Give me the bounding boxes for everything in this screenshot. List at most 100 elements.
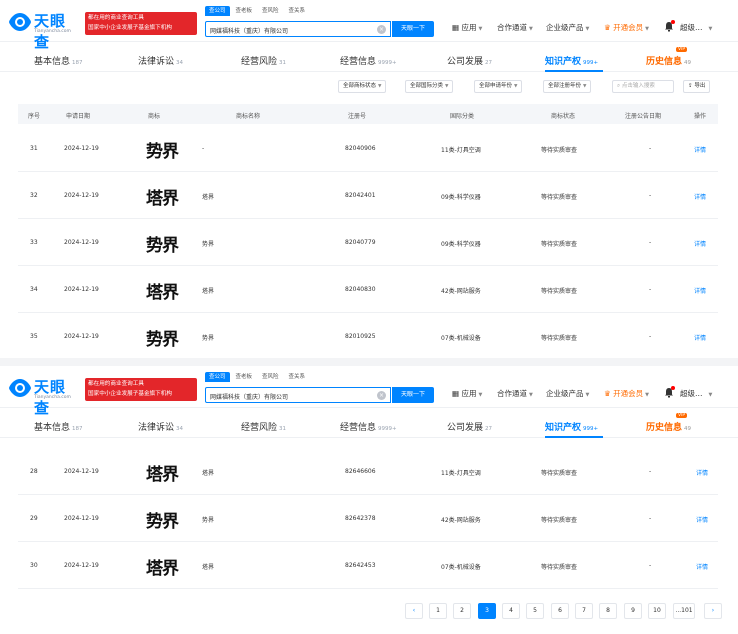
chevron-down-icon: ▼ [445, 84, 449, 89]
filter-apply-year[interactable]: 全部申请年份 ▼ [474, 80, 523, 93]
th-notice-date[interactable]: 注册公告日期 [625, 111, 661, 120]
search-tab-risk[interactable]: 查风险 [258, 6, 283, 16]
trademark-image[interactable]: 势界 [146, 231, 179, 256]
page-button[interactable]: 5 [526, 603, 544, 619]
th-apply-date[interactable]: 申请日期 [66, 111, 90, 120]
search-input-value: 网媒福科技（重庆）有限公司 [210, 28, 289, 35]
nav-vip[interactable]: ♛ 开通会员 ▼ [604, 22, 649, 33]
nav-cooperate[interactable]: 合作通道 ▼ [497, 22, 533, 33]
table-row: 32 2024-12-19 塔界 塔界 82042401 09类-科学仪器 等待… [18, 172, 718, 219]
search-type-tabs: 查公司 查老板 查风险 查关系 [205, 6, 311, 16]
trademark-image[interactable]: 势界 [146, 137, 179, 162]
clear-icon[interactable]: × [377, 25, 386, 34]
page-button-last[interactable]: ...101 [673, 603, 695, 619]
company-tabs: 基本信息 187 法律诉讼 34 经营风险 31 经营信息 9999+ 公司发展 27 知… [0, 42, 738, 72]
tab-basic-info[interactable]: 基本信息 187 [34, 420, 83, 433]
page-button[interactable]: 8 [599, 603, 617, 619]
nav-vip[interactable]: ♛ 开通会员 ▼ [604, 388, 649, 399]
th-mark: 商标 [148, 113, 161, 120]
filter-status[interactable]: 全部商标状态 ▼ [338, 80, 387, 93]
page-button[interactable]: 2 [453, 603, 471, 619]
tab-operation-risk[interactable]: 经营风险 31 [241, 420, 286, 433]
trademark-image[interactable]: 势界 [146, 507, 179, 532]
search-tab-boss[interactable]: 查老板 [232, 372, 257, 382]
trademark-image[interactable]: 塔界 [146, 554, 179, 579]
promo-banner[interactable]: 都在用的商业查询工具 国家中小企业发展子基金旗下机构 [85, 12, 197, 35]
search-tab-company[interactable]: 查公司 [205, 372, 230, 382]
row-detail-link[interactable]: 详情 [694, 192, 706, 201]
tab-ip[interactable]: 知识产权 999+ [545, 420, 598, 433]
page-button[interactable]: 6 [551, 603, 569, 619]
trademark-image[interactable]: 塔界 [146, 278, 179, 303]
nav-enterprise[interactable]: 企业级产品 ▼ [546, 22, 589, 33]
nav-enterprise[interactable]: 企业级产品 ▼ [546, 388, 589, 399]
promo-banner[interactable]: 都在用的商业查询工具 国家中小企业发展子基金旗下机构 [85, 378, 197, 401]
page-button[interactable]: 1 [429, 603, 447, 619]
bell-icon[interactable] [664, 386, 675, 398]
search-tab-risk[interactable]: 查风险 [258, 372, 283, 382]
row-class: 42类-网站服务 [441, 288, 481, 295]
tab-legal[interactable]: 法律诉讼 34 [138, 420, 183, 433]
trademark-image[interactable]: 势界 [146, 325, 179, 350]
screenshot-top: 天眼查 Tianyancha.com 都在用的商业查询工具 国家中小企业发展子基… [0, 0, 738, 358]
row-date: 2024-12-19 [64, 468, 99, 475]
tab-count: 9999+ [378, 426, 397, 432]
tab-operation-info[interactable]: 经营信息 9999+ [340, 420, 397, 433]
tab-legal[interactable]: 法律诉讼 34 [138, 54, 183, 67]
tab-operation-info[interactable]: 经营信息 9999+ [340, 54, 397, 67]
row-detail-link[interactable]: 详情 [694, 333, 706, 342]
filter-category[interactable]: 全部国际分类 ▼ [405, 80, 454, 93]
prev-page-button[interactable]: ‹ [405, 603, 423, 619]
search-button[interactable]: 天眼一下 [392, 21, 434, 37]
vip-badge: VIP [676, 413, 688, 418]
chevron-down-icon: ▼ [708, 392, 713, 398]
search-tab-relation[interactable]: 查关系 [285, 372, 310, 382]
company-tabs: 基本信息 187 法律诉讼 34 经营风险 31 经营信息 9999+ 公司发展 27 知… [0, 408, 738, 438]
page-button[interactable]: 4 [502, 603, 520, 619]
row-status: 等待实质审查 [541, 470, 578, 477]
site-logo[interactable]: 天眼查 Tianyancha.com [9, 376, 81, 417]
tab-development[interactable]: 公司发展 27 [447, 420, 492, 433]
page-button[interactable]: 10 [648, 603, 666, 619]
tab-history[interactable]: 历史信息 49 VIP [646, 413, 691, 433]
table-search-input[interactable]: ⌕ 点击输入搜索 [612, 80, 674, 93]
nav-user[interactable]: 超级… ▼ [680, 388, 712, 399]
nav-user[interactable]: 超级… ▼ [680, 22, 712, 33]
nav-enterprise-label: 企业级产品 [546, 389, 584, 398]
search-tab-boss[interactable]: 查老板 [232, 6, 257, 16]
page-button-current[interactable]: 3 [478, 603, 496, 619]
filter-label: 全部国际分类 [410, 83, 444, 89]
page-button[interactable]: 9 [624, 603, 642, 619]
page-button[interactable]: 7 [575, 603, 593, 619]
bell-icon[interactable] [664, 20, 675, 32]
row-detail-link[interactable]: 详情 [694, 145, 706, 154]
nav-app-label: 应用 [461, 389, 477, 398]
filter-reg-year[interactable]: 全部注册年份 ▼ [543, 80, 592, 93]
table-row: 35 2024-12-19 势界 势界 82010925 07类-机械设备 等待… [18, 313, 718, 358]
row-detail-link[interactable]: 详情 [696, 515, 708, 524]
tab-basic-info[interactable]: 基本信息 187 [34, 54, 83, 67]
trademark-image[interactable]: 塔界 [146, 184, 179, 209]
row-detail-link[interactable]: 详情 [694, 286, 706, 295]
row-class: 11类-灯具空调 [441, 470, 481, 477]
nav-app[interactable]: ▦ 应用 ▼ [452, 22, 482, 33]
search-tab-company[interactable]: 查公司 [205, 6, 230, 16]
search-button[interactable]: 天眼一下 [392, 387, 434, 403]
nav-cooperate[interactable]: 合作通道 ▼ [497, 388, 533, 399]
search-input[interactable]: 网媒福科技（重庆）有限公司 × [205, 387, 391, 403]
clear-icon[interactable]: × [377, 391, 386, 400]
nav-app[interactable]: ▦ 应用 ▼ [452, 388, 482, 399]
next-page-button[interactable]: › [704, 603, 722, 619]
tab-history[interactable]: 历史信息 49 VIP [646, 47, 691, 67]
search-tab-relation[interactable]: 查关系 [285, 6, 310, 16]
trademark-image[interactable]: 塔界 [146, 460, 179, 485]
row-detail-link[interactable]: 详情 [696, 562, 708, 571]
export-button[interactable]: ⇪ 导出 [683, 80, 711, 93]
row-detail-link[interactable]: 详情 [696, 468, 708, 477]
site-logo[interactable]: 天眼查 Tianyancha.com [9, 10, 81, 51]
search-input[interactable]: 网媒福科技（重庆）有限公司 × [205, 21, 391, 37]
tab-operation-risk[interactable]: 经营风险 31 [241, 54, 286, 67]
tab-ip[interactable]: 知识产权 999+ [545, 54, 598, 67]
tab-development[interactable]: 公司发展 27 [447, 54, 492, 67]
row-detail-link[interactable]: 详情 [694, 239, 706, 248]
